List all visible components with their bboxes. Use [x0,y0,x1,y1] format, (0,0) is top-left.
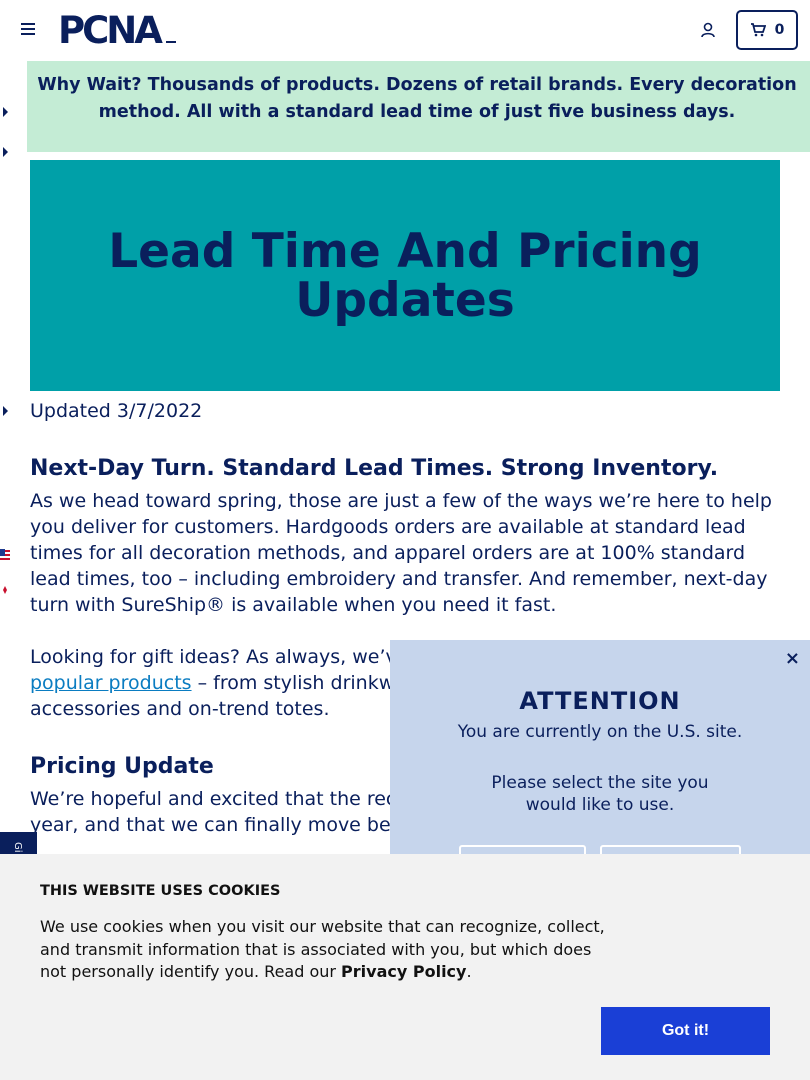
page-title: Lead Time And Pricing Updates [108,223,702,328]
got-it-button[interactable]: Got it! [601,1007,770,1055]
promo-banner-text: Why Wait? Thousands of products. Dozens … [37,75,797,122]
modal-message: You are currently on the U.S. site. [457,722,743,742]
us-flag-icon[interactable] [0,548,10,562]
gift-tab-label: Gi [12,842,23,853]
paragraph-text: accessories and on-trend totes. [30,698,330,720]
cookie-message: We use cookies when you visit our websit… [40,916,620,984]
pcna-logo[interactable]: PCNA [58,9,176,52]
paragraph-text: We’re hopeful and excited that the reco [30,788,409,810]
privacy-policy-link[interactable]: Privacy Policy [341,962,466,981]
modal-instruction-line: Please select the site you [491,773,709,793]
popular-products-link[interactable]: popular products [30,672,192,694]
modal-title: ATTENTION [519,687,681,715]
side-chevron-icon[interactable] [3,107,8,117]
cookie-message-end: . [466,962,472,981]
paragraph-text: – from stylish drinkw [191,672,395,694]
section-heading: Next-Day Turn. Standard Lead Times. Stro… [30,456,719,481]
cookie-title: THIS WEBSITE USES COOKIES [40,883,281,899]
site-header: PCNA 0 [0,0,810,61]
updated-date: Updated 3/7/2022 [30,400,203,422]
logo-text: PCNA [58,13,163,47]
cookie-message-text: We use cookies when you visit our websit… [40,917,605,981]
cart-icon [750,23,766,37]
cookie-banner: THIS WEBSITE USES COOKIES We use cookies… [0,854,810,1080]
account-icon[interactable] [699,21,717,39]
modal-instruction-line: would like to use. [525,795,675,815]
hero-section: Lead Time And Pricing Updates [30,160,780,391]
side-chevron-icon[interactable] [3,406,8,416]
side-chevron-icon[interactable] [3,147,8,157]
cart-button[interactable]: 0 [736,10,798,50]
close-icon[interactable]: × [785,648,800,669]
canada-flag-icon[interactable] [0,582,10,596]
paragraph-text: year, and that we can finally move beyo [30,814,414,836]
promo-banner: Why Wait? Thousands of products. Dozens … [27,61,810,152]
modal-instruction: Please select the site you would like to… [390,772,810,816]
cart-count: 0 [774,22,785,38]
paragraph: As we head toward spring, those are just… [30,490,772,616]
paragraph-text: Looking for gift ideas? As always, we’ve [30,646,409,668]
menu-icon[interactable] [21,23,35,35]
